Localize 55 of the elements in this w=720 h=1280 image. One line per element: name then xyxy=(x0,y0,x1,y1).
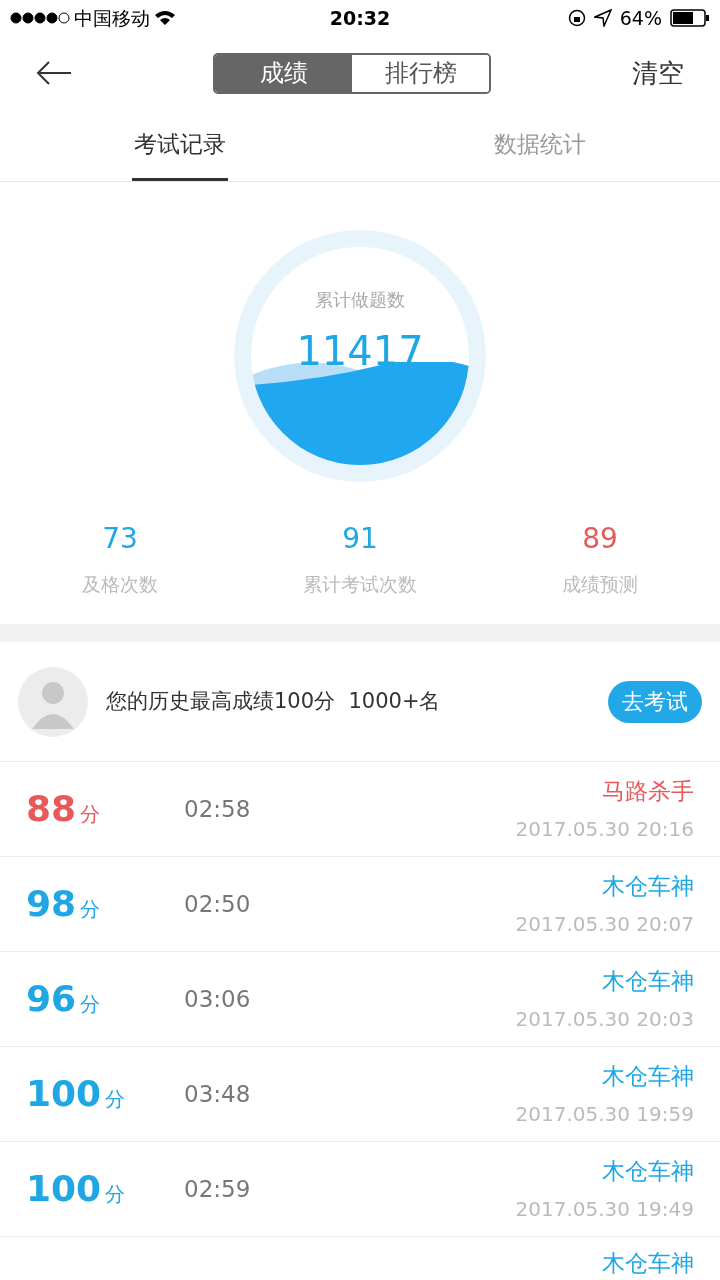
clear-button[interactable]: 清空 xyxy=(632,53,684,93)
score-unit: 分 xyxy=(80,896,101,923)
score: 88 xyxy=(26,787,77,831)
stat-label: 及格次数 xyxy=(82,572,158,597)
segment-tab[interactable]: 成绩 xyxy=(215,54,352,92)
signal-icon xyxy=(10,12,70,24)
score-unit: 分 xyxy=(105,1086,126,1113)
carrier-name: 中国移动 xyxy=(74,5,150,31)
duration: 03:06 xyxy=(184,984,252,1014)
tab[interactable]: 考试记录 xyxy=(132,110,228,181)
battery-icon xyxy=(670,9,710,27)
score-unit: 分 xyxy=(80,991,101,1018)
battery-percent: 64% xyxy=(619,5,662,31)
clock: 20:32 xyxy=(328,5,392,31)
rank-title: 木仓车神 xyxy=(602,966,694,996)
record-date: 2017.05.30 20:16 xyxy=(515,816,694,844)
score-unit: 分 xyxy=(105,1181,126,1208)
rank-title: 木仓车神 xyxy=(602,871,694,901)
record-row[interactable]: 98 分 02:50 木仓车神 2017.05.30 20:07 xyxy=(0,857,720,952)
stat-value: 73 xyxy=(102,521,138,557)
record-date: 2017.05.30 20:07 xyxy=(515,911,694,939)
score-unit: 分 xyxy=(80,801,101,828)
score: 96 xyxy=(26,977,77,1021)
duration: 02:58 xyxy=(184,794,252,824)
stat-value: 91 xyxy=(342,521,378,557)
take-exam-button[interactable]: 去考试 xyxy=(608,680,702,723)
rank-title: 木仓车神 xyxy=(602,1249,694,1277)
record-date: 2017.05.30 20:03 xyxy=(515,1006,694,1034)
tab[interactable]: 数据统计 xyxy=(492,110,588,181)
duration: 03:48 xyxy=(184,1079,252,1109)
record-date: 2017.05.30 19:59 xyxy=(515,1101,694,1129)
stat-value: 89 xyxy=(582,521,618,557)
record-row[interactable]: 96 分 03:06 木仓车神 2017.05.30 20:03 xyxy=(0,952,720,1047)
score: 100 xyxy=(26,1167,102,1211)
rank-title: 马路杀手 xyxy=(602,776,694,806)
record-date: 2017.05.30 19:49 xyxy=(515,1196,694,1224)
score: 100 xyxy=(26,1072,102,1116)
duration: 02:59 xyxy=(184,1174,252,1204)
wifi-icon xyxy=(154,10,176,26)
record-row[interactable]: 100 分 02:59 木仓车神 2017.05.30 19:49 xyxy=(0,1142,720,1237)
back-arrow-icon[interactable] xyxy=(36,61,72,85)
stat-label: 成绩预测 xyxy=(562,572,638,597)
score: 98 xyxy=(26,882,77,926)
rotation-lock-icon xyxy=(567,9,586,27)
best-score-text: 您的历史最高成绩100分 1000+名 xyxy=(106,687,442,715)
stat-label: 累计考试次数 xyxy=(303,572,417,597)
location-icon xyxy=(593,9,612,27)
duration: 02:50 xyxy=(184,889,252,919)
rank-title: 木仓车神 xyxy=(602,1061,694,1091)
record-row[interactable]: 88 分 02:58 马路杀手 2017.05.30 20:16 xyxy=(0,762,720,857)
record-row[interactable]: 100 分 03:48 木仓车神 2017.05.30 19:59 xyxy=(0,1047,720,1142)
gauge-label: 累计做题数 xyxy=(315,288,405,312)
avatar xyxy=(18,666,88,737)
gauge-value: 11417 xyxy=(296,327,424,376)
rank-title: 木仓车神 xyxy=(602,1156,694,1186)
